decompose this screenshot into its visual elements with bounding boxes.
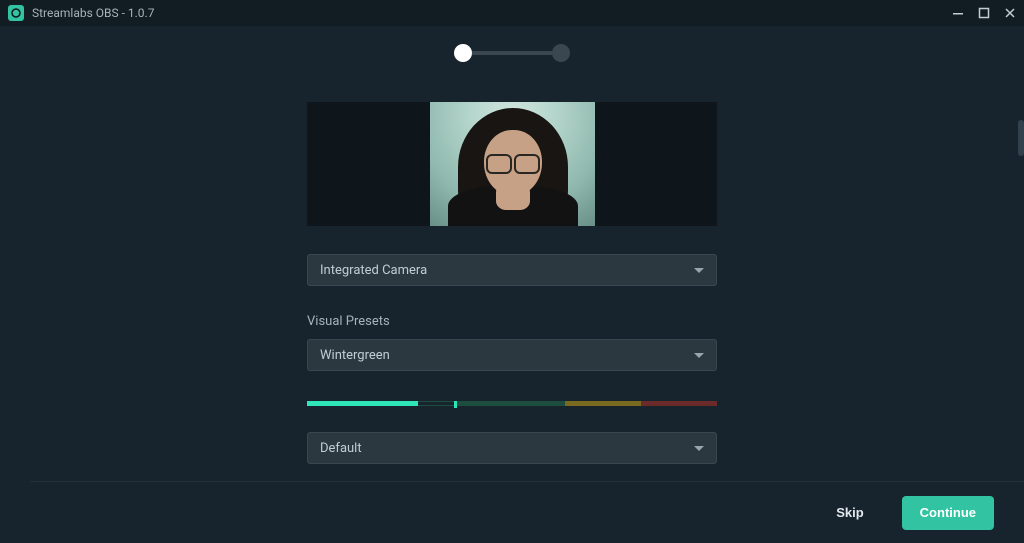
step-dot-2 (552, 44, 570, 62)
skip-button-label: Skip (836, 505, 863, 520)
webcam-preview-frame (307, 102, 717, 226)
app-icon (8, 5, 24, 21)
meter-segment-green (455, 401, 566, 406)
minimize-button[interactable] (952, 7, 964, 19)
step-line (472, 51, 552, 55)
window-controls (952, 7, 1016, 19)
meter-segment-peak (418, 401, 455, 406)
maximize-button[interactable] (978, 7, 990, 19)
chevron-down-icon (694, 353, 704, 358)
step-dot-1 (454, 44, 472, 62)
close-button[interactable] (1004, 7, 1016, 19)
meter-segment-active (307, 401, 418, 406)
chevron-down-icon (694, 446, 704, 451)
continue-button[interactable]: Continue (902, 496, 994, 530)
setup-content: Integrated Camera Visual Presets Winterg… (307, 102, 717, 464)
microphone-select[interactable]: Default (307, 432, 717, 464)
meter-segment-yellow (565, 401, 641, 406)
camera-select-value: Integrated Camera (320, 263, 427, 278)
chevron-down-icon (694, 268, 704, 273)
scrollbar-thumb[interactable] (1018, 120, 1024, 156)
camera-select[interactable]: Integrated Camera (307, 254, 717, 286)
webcam-preview (430, 102, 595, 226)
audio-level-meter (307, 401, 717, 406)
microphone-select-value: Default (320, 441, 362, 456)
footer: Skip Continue (0, 482, 1024, 543)
meter-segment-red (641, 401, 717, 406)
continue-button-label: Continue (920, 505, 976, 520)
progress-stepper (0, 44, 1024, 62)
visual-preset-select[interactable]: Wintergreen (307, 339, 717, 371)
skip-button[interactable]: Skip (818, 496, 881, 530)
visual-preset-value: Wintergreen (320, 348, 390, 363)
app-title: Streamlabs OBS - 1.0.7 (32, 6, 154, 20)
titlebar: Streamlabs OBS - 1.0.7 (0, 0, 1024, 26)
visual-presets-label: Visual Presets (307, 314, 717, 329)
